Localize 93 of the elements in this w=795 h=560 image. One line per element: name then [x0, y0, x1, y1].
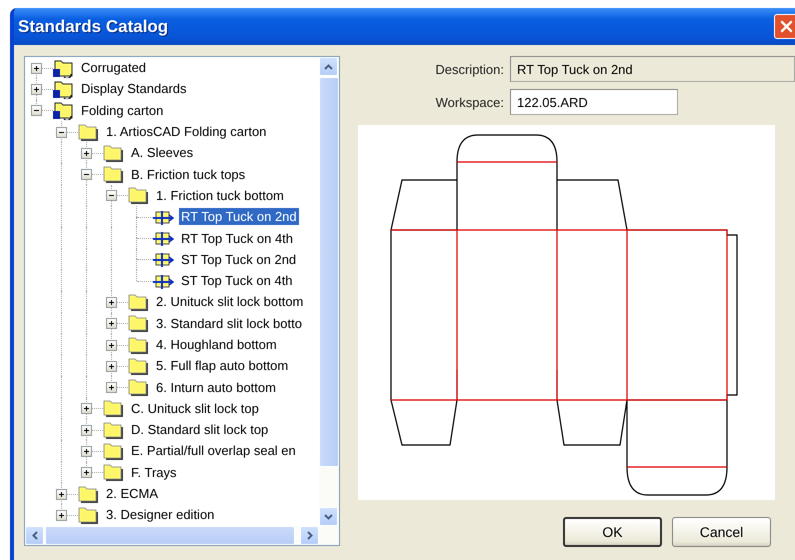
expand-toggle[interactable]: [81, 446, 92, 457]
expand-toggle[interactable]: [106, 296, 117, 308]
tree-item[interactable]: ST Top Tuck on 2nd: [179, 250, 298, 268]
expand-toggle[interactable]: [106, 382, 117, 394]
folder-icon: [102, 142, 124, 163]
folder-icon: [127, 313, 149, 334]
folder-icon: [102, 420, 124, 440]
folder-icon: [127, 377, 149, 398]
folder-icon: [77, 484, 99, 504]
chevron-left-icon: [32, 531, 38, 540]
scroll-up-button[interactable]: [319, 57, 338, 76]
plus-icon: [107, 319, 116, 328]
expand-toggle[interactable]: [56, 126, 67, 138]
tree-item[interactable]: RT Top Tuck on 4th: [179, 230, 296, 247]
vertical-scrollbar[interactable]: [319, 57, 339, 526]
folder-icon: [102, 398, 124, 418]
plus-icon: [107, 362, 116, 371]
description-label: Description:: [434, 62, 504, 76]
expand-toggle[interactable]: [56, 510, 67, 521]
folder-icon: [77, 504, 99, 525]
tree-item[interactable]: RT Top Tuck on 2nd: [179, 208, 299, 226]
tree-item[interactable]: E. Partial/full overlap seal en: [129, 442, 298, 460]
expand-toggle[interactable]: [81, 424, 92, 436]
expand-toggle[interactable]: [81, 467, 92, 478]
expand-toggle[interactable]: [106, 360, 117, 372]
tree-item[interactable]: Corrugated: [79, 59, 148, 76]
plus-icon: [32, 64, 41, 73]
chevron-right-icon: [306, 531, 312, 540]
folder-icon: [127, 334, 149, 354]
folder-icon: [102, 440, 124, 461]
dialog-button[interactable]: Cancel: [672, 517, 771, 547]
plus-icon: [107, 383, 116, 392]
tree-item[interactable]: 3. Designer edition: [104, 506, 216, 524]
workspace-label: Workspace:: [434, 94, 504, 110]
expand-toggle[interactable]: [81, 169, 92, 180]
close-button[interactable]: [774, 14, 795, 39]
plus-icon: [32, 84, 41, 94]
tree-item[interactable]: 4. Houghland bottom: [154, 336, 279, 353]
expand-toggle[interactable]: [106, 190, 117, 202]
close-icon: [780, 20, 793, 33]
scroll-down-button[interactable]: [319, 507, 338, 526]
scroll-right-button[interactable]: [300, 526, 319, 545]
tree-item[interactable]: 3. Standard slit lock botto: [154, 314, 304, 332]
tree-item[interactable]: D. Standard slit lock top: [129, 421, 270, 438]
folder-icon: [127, 356, 149, 376]
tree-item[interactable]: 5. Full flap auto bottom: [154, 357, 290, 374]
plus-icon: [82, 446, 91, 456]
folder-icon: [102, 462, 124, 482]
folder-icon: [77, 122, 99, 142]
expand-toggle[interactable]: [106, 340, 117, 350]
scrollbar-thumb[interactable]: [45, 526, 295, 545]
plus-icon: [107, 340, 116, 350]
tree-item[interactable]: 1. ArtiosCAD Folding carton: [104, 123, 268, 140]
workspace-field[interactable]: 122.05.ARD: [510, 89, 678, 115]
plus-icon: [57, 510, 66, 520]
expand-toggle[interactable]: [106, 318, 117, 330]
dialog-button[interactable]: OK: [563, 517, 662, 547]
window-title: Standards Catalog: [17, 16, 168, 36]
horizontal-scrollbar[interactable]: [25, 526, 339, 545]
catalog-folder-icon: [52, 58, 74, 78]
plus-icon: [82, 426, 91, 435]
folder-icon: [102, 164, 124, 184]
tree-item[interactable]: ST Top Tuck on 4th: [179, 272, 295, 290]
expand-toggle[interactable]: [56, 488, 67, 500]
folder-icon: [127, 185, 149, 206]
expand-toggle[interactable]: [31, 62, 42, 74]
plus-icon: [107, 298, 116, 307]
plus-icon: [82, 148, 91, 158]
catalog-folder-icon: [52, 78, 74, 99]
tree-item[interactable]: C. Unituck slit lock top: [129, 400, 261, 417]
expand-toggle[interactable]: [81, 403, 92, 414]
tree-item[interactable]: 6. Inturn auto bottom: [154, 378, 278, 396]
catalog-folder-icon: [52, 100, 74, 120]
plus-icon: [82, 468, 91, 478]
expand-toggle[interactable]: [31, 105, 42, 116]
tree-item[interactable]: F. Trays: [129, 464, 179, 481]
tree-item[interactable]: Display Standards: [79, 80, 188, 98]
folder-icon: [127, 292, 149, 312]
tree-item[interactable]: 1. Friction tuck bottom: [154, 186, 286, 204]
tree-item[interactable]: 2. Unituck slit lock bottom: [154, 293, 306, 310]
tree-item[interactable]: 2. ECMA: [104, 485, 160, 502]
scroll-left-button[interactable]: [25, 526, 44, 545]
plus-icon: [57, 490, 66, 499]
plus-icon: [82, 404, 91, 414]
tree-item[interactable]: B. Friction tuck tops: [129, 166, 248, 183]
tree-item[interactable]: Folding carton: [79, 102, 166, 119]
expand-toggle[interactable]: [31, 84, 42, 95]
chevron-up-icon: [324, 64, 333, 70]
chevron-down-icon: [324, 514, 333, 520]
scrollbar-thumb[interactable]: [319, 77, 339, 467]
tree-item[interactable]: A. Sleeves: [129, 144, 196, 162]
description-field: RT Top Tuck on 2nd: [510, 56, 795, 82]
expand-toggle[interactable]: [81, 148, 92, 159]
